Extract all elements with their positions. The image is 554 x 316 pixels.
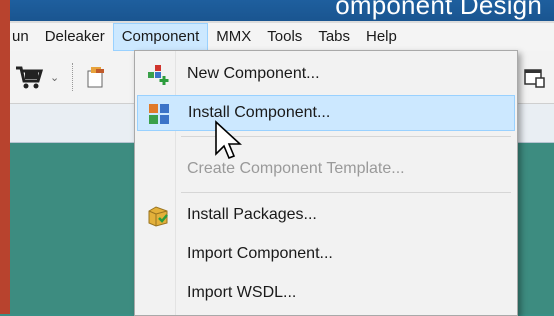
window-icon[interactable]: [524, 69, 546, 89]
menu-item-label: New Component...: [187, 65, 320, 82]
menu-deleaker[interactable]: Deleaker: [37, 23, 113, 51]
menu-item-import-wsdl[interactable]: Import WSDL...: [137, 276, 513, 310]
menu-mmx[interactable]: MMX: [208, 23, 259, 51]
left-edge-strip: [0, 0, 10, 314]
menu-item-install-packages[interactable]: Install Packages...: [137, 198, 513, 232]
menu-separator: [181, 192, 511, 193]
menu-item-install-component[interactable]: Install Component...: [137, 95, 515, 131]
menu-item-label: Import Component...: [187, 245, 333, 262]
window-title: omponent Design: [335, 0, 542, 20]
menu-item-label: Install Packages...: [187, 206, 317, 223]
menu-tools[interactable]: Tools: [259, 23, 310, 51]
menu-item-label: Install Component...: [188, 104, 331, 121]
menu-item-create-component-template[interactable]: Create Component Template...: [137, 152, 513, 186]
menu-item-label: Import WSDL...: [187, 284, 297, 301]
dropdown-arrow-icon[interactable]: ⌄: [50, 71, 59, 84]
menu-bar: un Deleaker Component MMX Tools Tabs Hel…: [10, 21, 554, 51]
install-packages-icon: [148, 206, 168, 227]
new-file-icon[interactable]: [84, 65, 108, 89]
toolbar-separator: [72, 63, 74, 91]
menu-run[interactable]: un: [10, 23, 37, 51]
install-component-icon: [149, 104, 169, 124]
component-menu: New Component... Install Component... Cr…: [134, 50, 518, 316]
menu-help[interactable]: Help: [358, 23, 405, 51]
cart-icon[interactable]: [14, 63, 44, 91]
title-bar: omponent Design: [10, 0, 554, 21]
menu-tabs[interactable]: Tabs: [310, 23, 358, 51]
mouse-cursor-icon: [215, 120, 242, 160]
menu-component[interactable]: Component: [112, 23, 209, 51]
menu-item-import-component[interactable]: Import Component...: [137, 237, 513, 271]
menu-item-new-component[interactable]: New Component...: [137, 57, 513, 91]
new-component-icon: [148, 65, 169, 85]
